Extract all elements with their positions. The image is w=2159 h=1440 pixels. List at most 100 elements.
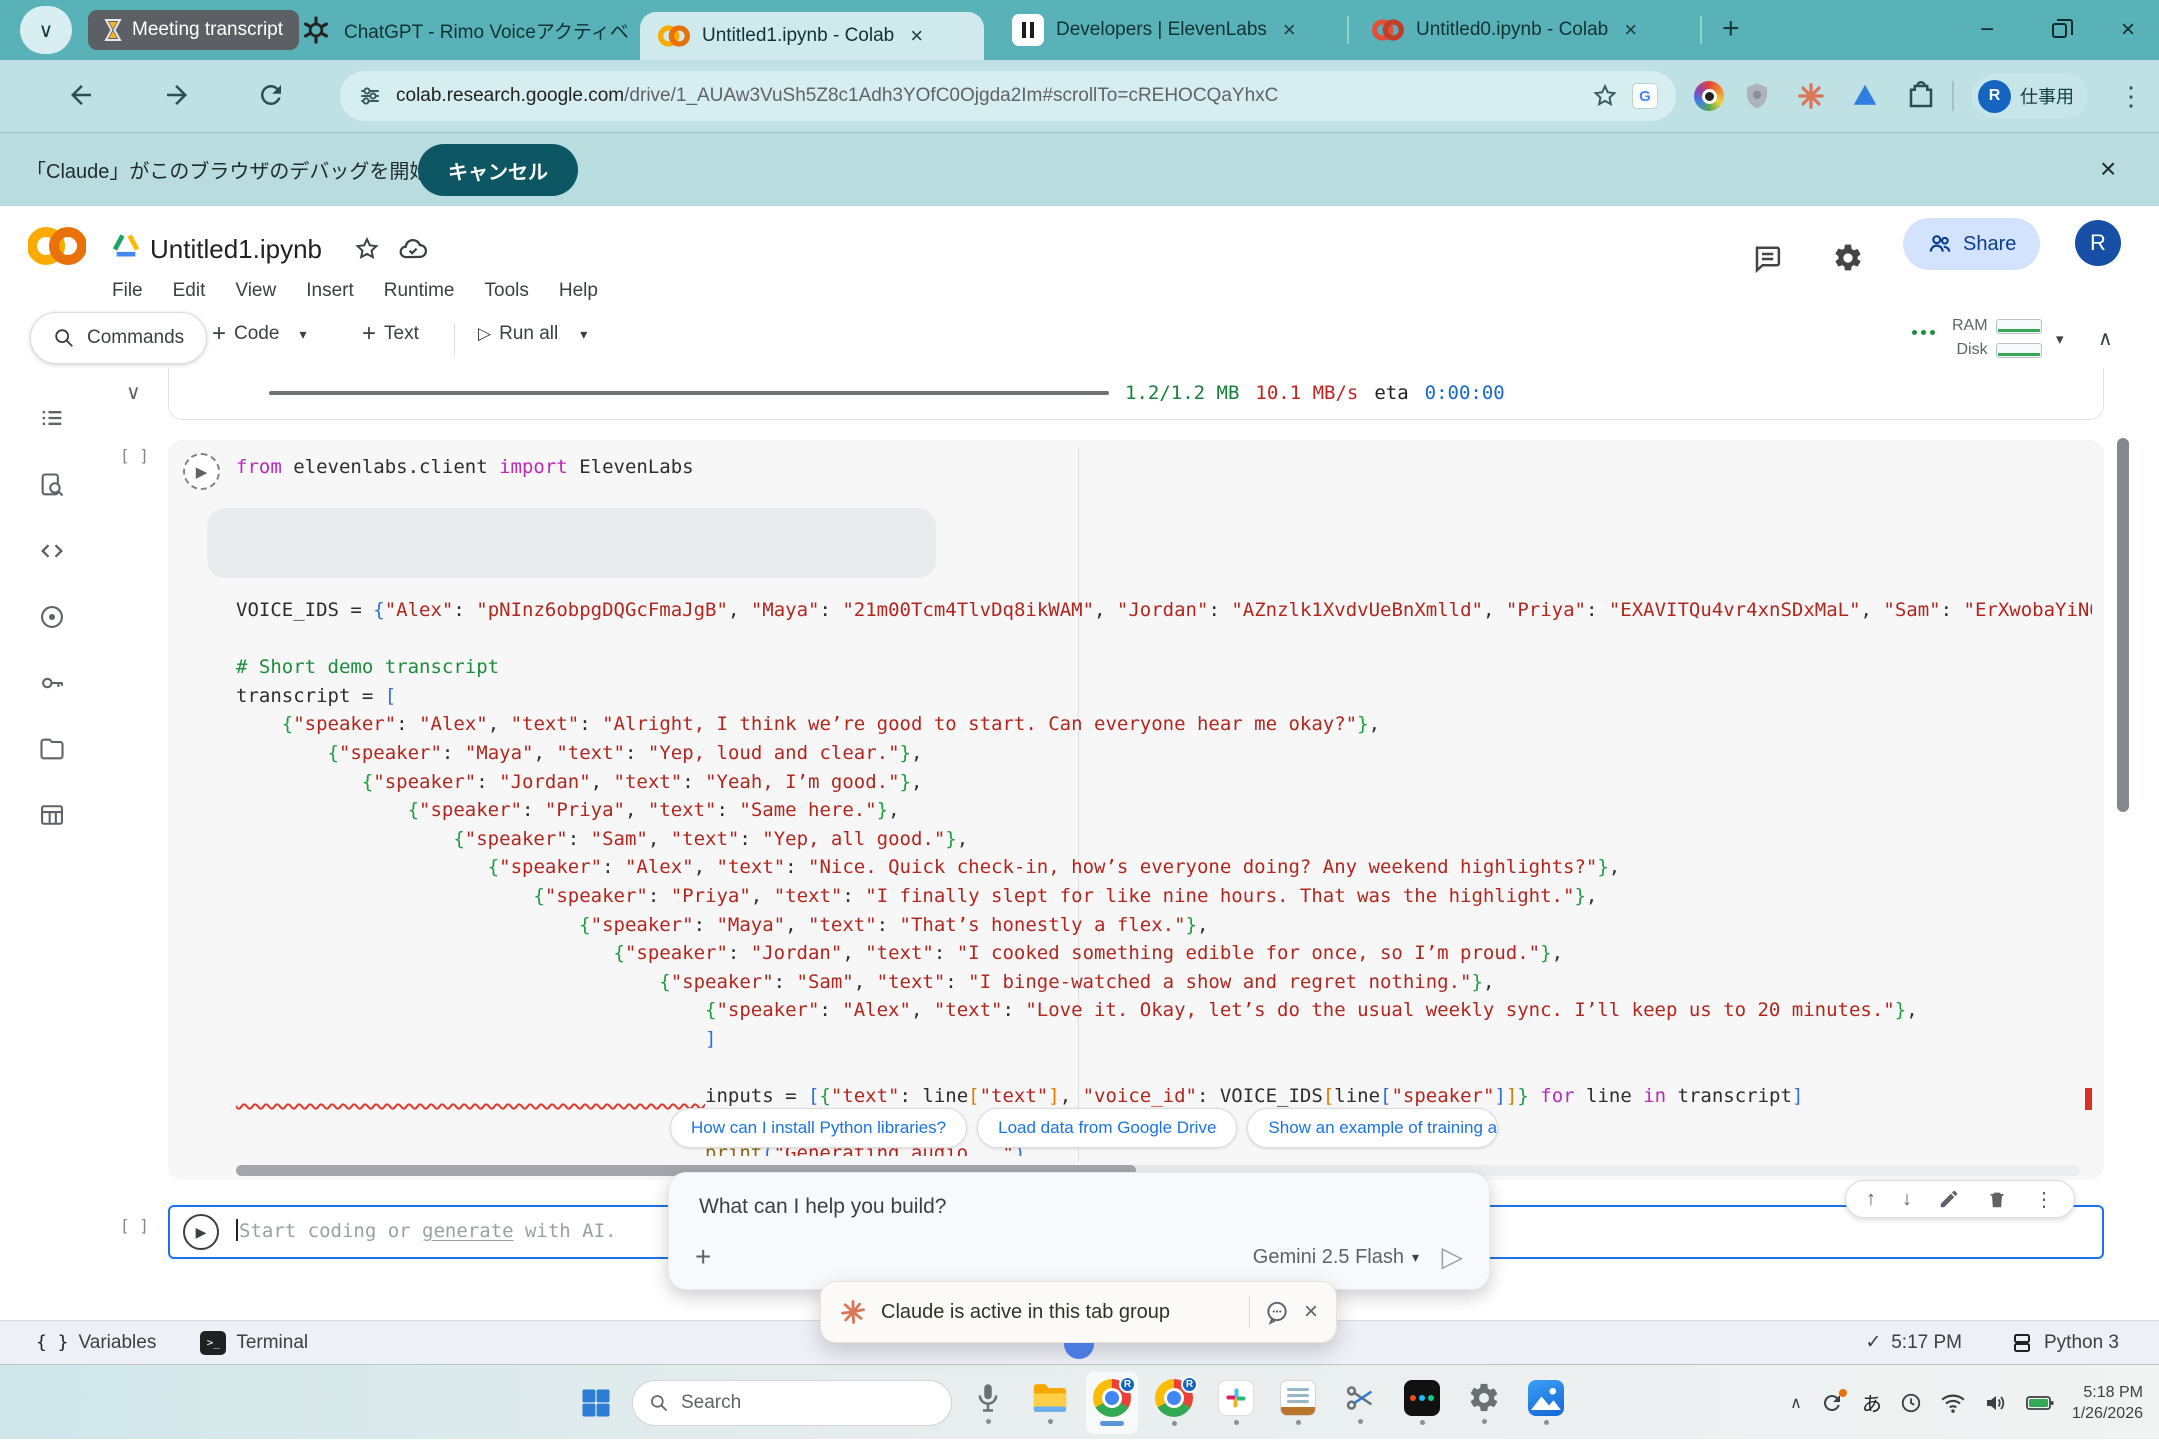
data-table-icon[interactable] — [38, 801, 66, 829]
extensions-icon[interactable] — [1906, 81, 1936, 111]
code-line[interactable] — [236, 482, 2092, 511]
drive-extension-icon[interactable] — [1850, 81, 1880, 111]
variables-button[interactable]: { } Variables — [36, 1332, 156, 1354]
user-avatar[interactable]: R — [2075, 220, 2121, 266]
cancel-debug-button[interactable]: キャンセル — [418, 144, 578, 196]
code-line[interactable]: {"speaker": "Alex", "text": "Nice. Quick… — [236, 853, 2092, 882]
infobar-close-icon[interactable]: × — [2100, 153, 2116, 185]
tab-group-meeting-transcript[interactable]: Meeting transcript — [88, 10, 299, 50]
code-line[interactable] — [236, 539, 2092, 568]
files-folder-icon[interactable] — [38, 735, 66, 763]
code-line[interactable]: {"speaker": "Sam", "text": "I binge-watc… — [236, 968, 2092, 997]
reload-icon[interactable] — [256, 80, 286, 110]
settings-gear-icon[interactable] — [1832, 242, 1864, 274]
menu-insert[interactable]: Insert — [306, 280, 354, 302]
tab-close-icon[interactable]: × — [1279, 17, 1300, 43]
runtime-menu-chevron[interactable]: ▾ — [2056, 330, 2064, 348]
tab-search-button[interactable]: ∨ — [20, 6, 72, 54]
taskbar-snipping-tool[interactable] — [1334, 1372, 1386, 1434]
url-text[interactable]: colab.research.google.com/drive/1_AUAw3V… — [396, 85, 1578, 107]
menu-help[interactable]: Help — [559, 280, 598, 302]
site-info-icon[interactable] — [358, 84, 382, 108]
cloud-saved-icon[interactable] — [398, 234, 428, 264]
menu-edit[interactable]: Edit — [173, 280, 206, 302]
taskbar-search[interactable]: Search — [632, 1380, 952, 1426]
taskbar-chrome-active[interactable]: R — [1086, 1372, 1138, 1434]
star-icon[interactable] — [354, 236, 380, 262]
taskbar-notes-app[interactable] — [1272, 1372, 1324, 1434]
taskbar-settings[interactable] — [1458, 1372, 1510, 1434]
window-restore-button[interactable] — [2028, 0, 2090, 60]
code-line[interactable]: {"speaker": "Maya", "text": "That’s hone… — [236, 911, 2092, 940]
chip-install-libraries[interactable]: How can I install Python libraries? — [670, 1108, 967, 1148]
commands-button[interactable]: Commands — [30, 312, 207, 364]
scene-eye-icon[interactable] — [38, 603, 66, 631]
bookmark-star-icon[interactable] — [1592, 83, 1618, 109]
code-line[interactable]: from elevenlabs.client import ElevenLabs — [236, 453, 2092, 482]
code-line[interactable] — [236, 567, 2092, 596]
chevron-down-icon[interactable]: ▾ — [580, 326, 587, 343]
chevron-down-icon[interactable]: ▾ — [299, 326, 306, 343]
tab-colab2[interactable]: Untitled0.ipynb - Colab × — [1372, 0, 1641, 60]
chat-bubble-icon[interactable] — [1264, 1299, 1290, 1325]
tab-close-icon[interactable]: × — [906, 23, 927, 49]
run-cell-button[interactable]: ▶ — [183, 453, 220, 490]
battery-icon[interactable] — [2026, 1393, 2054, 1413]
code-line[interactable]: inputs = [{"text": line["text"], "voice_… — [236, 1082, 2092, 1111]
move-cell-up-icon[interactable]: ↑ — [1866, 1188, 1876, 1211]
tab-colab-active[interactable]: Untitled1.ipynb - Colab × — [640, 12, 984, 60]
cell-placeholder[interactable]: Start coding or generate with AI. — [236, 1219, 617, 1242]
code-line[interactable]: {"speaker": "Priya", "text": "Same here.… — [236, 796, 2092, 825]
new-tab-button[interactable]: + — [1722, 12, 1740, 46]
code-line[interactable]: ] — [236, 1025, 2092, 1054]
code-snippets-icon[interactable] — [38, 537, 66, 565]
taskbar-slack[interactable] — [1210, 1372, 1262, 1434]
menu-tools[interactable]: Tools — [485, 280, 529, 302]
terminal-button[interactable]: >_ Terminal — [200, 1331, 308, 1355]
tab-elevenlabs[interactable]: Developers | ElevenLabs × — [1012, 0, 1300, 60]
collapse-output-icon[interactable]: ∨ — [126, 380, 141, 405]
page-scrollbar-thumb[interactable] — [2117, 438, 2129, 812]
tab-close-icon[interactable]: × — [1620, 17, 1641, 43]
more-options-kebab-icon[interactable]: ⋮ — [2034, 1187, 2054, 1212]
code-line[interactable] — [236, 1053, 2092, 1082]
ime-mode-indicator[interactable]: あ — [1862, 1388, 1882, 1417]
code-editor[interactable]: from elevenlabs.client import ElevenLabs… — [236, 453, 2092, 1156]
taskbar-file-explorer[interactable] — [1024, 1372, 1076, 1434]
find-replace-icon[interactable] — [38, 471, 66, 499]
ai-build-popup[interactable]: What can I help you build? + Gemini 2.5 … — [668, 1172, 1490, 1290]
code-line[interactable]: transcript = [ — [236, 682, 2092, 711]
start-button[interactable] — [570, 1372, 622, 1434]
code-line[interactable]: {"speaker": "Jordan", "text": "I cooked … — [236, 939, 2092, 968]
menu-file[interactable]: File — [112, 280, 143, 302]
code-line[interactable] — [236, 625, 2092, 654]
toast-close-icon[interactable]: × — [1304, 1298, 1318, 1326]
send-icon[interactable]: ▷ — [1441, 1240, 1463, 1273]
taskbar-mic-app[interactable] — [962, 1372, 1014, 1434]
code-line[interactable]: # Short demo transcript — [236, 653, 2092, 682]
connection-activity-icon[interactable] — [1912, 330, 1935, 335]
taskbar-clock[interactable]: 5:18 PM 1/26/2026 — [2072, 1382, 2143, 1424]
translate-icon[interactable]: G — [1632, 83, 1658, 109]
tab-chatgpt[interactable]: ChatGPT - Rimo Voiceアクティベ × — [300, 0, 662, 60]
chip-load-drive-data[interactable]: Load data from Google Drive — [977, 1108, 1237, 1148]
model-selector[interactable]: Gemini 2.5 Flash▾ — [1253, 1246, 1419, 1269]
collapse-header-icon[interactable]: ∧ — [2098, 326, 2113, 351]
add-code-button[interactable]: +Code▾ — [212, 323, 306, 345]
chip-training-example[interactable]: Show an example of training a — [1247, 1108, 1498, 1148]
menu-view[interactable]: View — [235, 280, 276, 302]
share-button[interactable]: Share — [1903, 218, 2040, 270]
code-cell[interactable]: ▶ from elevenlabs.client import ElevenLa… — [168, 440, 2104, 1180]
code-line[interactable]: {"speaker": "Priya", "text": "I finally … — [236, 882, 2092, 911]
code-line[interactable]: {"speaker": "Maya", "text": "Yep, loud a… — [236, 739, 2092, 768]
kernel-selector[interactable]: Python 3 — [2010, 1331, 2119, 1355]
code-line[interactable]: {"speaker": "Sam", "text": "Yep, all goo… — [236, 825, 2092, 854]
menu-runtime[interactable]: Runtime — [384, 280, 455, 302]
window-minimize-button[interactable]: − — [1956, 0, 2018, 60]
run-cell-button[interactable]: ▶ — [183, 1214, 219, 1250]
window-close-button[interactable]: × — [2097, 0, 2159, 60]
claude-extension-icon[interactable] — [1796, 81, 1826, 111]
notebook-filename[interactable]: Untitled1.ipynb — [150, 234, 322, 265]
volume-icon[interactable] — [1984, 1392, 2008, 1414]
code-line[interactable]: {"speaker": "Alex", "text": "Love it. Ok… — [236, 996, 2092, 1025]
